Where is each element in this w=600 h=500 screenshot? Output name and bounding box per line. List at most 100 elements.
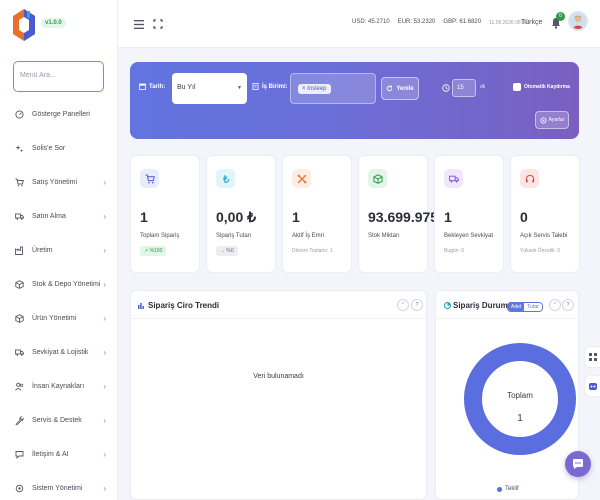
kpi-label: Açık Servis Talebi xyxy=(520,233,568,239)
cart-icon xyxy=(140,169,159,188)
settings-button[interactable]: Ayarlar xyxy=(535,111,569,129)
auto-scroll-label: Otomatik Kaydırma xyxy=(524,84,570,90)
auto-scroll-checkbox[interactable] xyxy=(513,83,521,91)
sidebar-item-label: Satış Yönetimi xyxy=(32,178,78,186)
chevron-right-icon: › xyxy=(103,415,106,425)
clock-icon xyxy=(442,84,450,92)
kpi-value: 0 xyxy=(520,209,528,225)
sidebar-item-label: İnsan Kaynakları xyxy=(32,382,85,390)
gear-icon xyxy=(540,117,547,123)
sidebar-item[interactable]: Üretim › xyxy=(0,233,118,267)
sidebar-item-label: Gösterge Panelleri xyxy=(32,110,90,118)
sidebar-menu: Gösterge Panelleri Solis'e Sor Satış Yönet… xyxy=(0,97,118,500)
kpi-card[interactable]: 1 Bekleyen Sevkiyat Bugün: 0 xyxy=(434,155,504,273)
date-select[interactable]: Bu Yıl ▼ xyxy=(172,73,247,104)
unit-chip[interactable]: × Insleep xyxy=(298,84,331,94)
kpi-label: Toplam Sipariş xyxy=(140,233,180,239)
settings-icon xyxy=(14,483,24,493)
kpi-subtext: Yüksek Öncelik: 0 xyxy=(520,248,561,254)
box-icon xyxy=(368,169,387,188)
date-select-value: Bu Yıl xyxy=(177,84,196,91)
user-avatar[interactable] xyxy=(568,11,588,31)
trend-panel-header: Sipariş Ciro Trendi ⌃ ? xyxy=(131,291,426,319)
quantity-amount-toggle[interactable]: Adet Tutar xyxy=(507,302,543,312)
caret-down-icon: ▼ xyxy=(237,85,242,91)
truck-icon xyxy=(444,169,463,188)
kpi-subtext: Bugün: 0 xyxy=(444,248,465,254)
app-logo[interactable] xyxy=(12,8,36,42)
dashboard-icon xyxy=(14,109,24,119)
wrench-icon xyxy=(14,415,24,425)
topbar: USD: 45.2710 EUR: 53.2320 GBP: 61.6820 1… xyxy=(118,0,600,48)
grid-icon xyxy=(588,353,597,361)
fullscreen-icon[interactable] xyxy=(152,18,164,30)
kpi-value: 1 xyxy=(444,209,452,225)
chevron-right-icon: › xyxy=(103,211,106,221)
chat-bubble-icon xyxy=(573,459,583,469)
chevron-right-icon: › xyxy=(103,483,106,493)
help-button[interactable]: ? xyxy=(411,299,423,311)
kpi-card[interactable]: 93.699.975 Stok Miktarı xyxy=(358,155,438,273)
date-label-text: Tarih: xyxy=(149,83,166,90)
chart-icon xyxy=(138,302,144,309)
collapse-button[interactable]: ⌃ xyxy=(549,299,561,311)
refresh-button[interactable]: Yenile xyxy=(381,77,419,100)
donut-center-label: Toplam xyxy=(507,391,533,400)
assistant-button[interactable] xyxy=(584,375,600,397)
legend-dot xyxy=(497,486,502,492)
chevron-right-icon: › xyxy=(103,381,106,391)
empty-state-text: Veri bulunamadı xyxy=(253,373,304,380)
menu-search-input[interactable]: Menü Ara... xyxy=(13,61,104,92)
interval-input[interactable]: 15 xyxy=(452,79,476,97)
chevron-right-icon: › xyxy=(103,347,106,357)
building-icon xyxy=(252,83,259,90)
toggle-amount[interactable]: Tutar xyxy=(524,303,542,311)
delivery-icon xyxy=(14,347,24,357)
kpi-label: Stok Miktarı xyxy=(368,233,400,239)
sidebar-item-label: İletişim & AI xyxy=(32,450,69,458)
chevron-right-icon: › xyxy=(103,279,106,289)
sidebar-item[interactable]: İnsan Kaynakları › xyxy=(0,369,118,403)
sidebar-item[interactable]: Sistem Yönetimi › xyxy=(0,471,118,500)
kpi-value: 1 xyxy=(140,209,148,225)
sidebar-item[interactable]: Satış Yönetimi › xyxy=(0,165,118,199)
unit-chip-label: Insleep xyxy=(307,86,327,92)
sidebar-item-label: Servis & Destek xyxy=(32,416,82,424)
language-selector[interactable]: Türkçe xyxy=(521,19,542,26)
kpi-value: 93.699.975 xyxy=(368,209,439,225)
sidebar-item[interactable]: Satın Alma › xyxy=(0,199,118,233)
gbp-rate: GBP: 61.6820 xyxy=(443,19,482,25)
toggle-quantity[interactable]: Adet xyxy=(508,303,525,311)
collapse-button[interactable]: ⌃ xyxy=(397,299,409,311)
kpi-card[interactable]: 0 Açık Servis Talebi Yüksek Öncelik: 0 xyxy=(510,155,580,273)
sidebar-item[interactable]: Ürün Yönetimi › xyxy=(0,301,118,335)
business-unit-select[interactable]: × Insleep xyxy=(290,73,376,104)
chevron-right-icon: › xyxy=(103,177,106,187)
box-icon xyxy=(14,279,24,289)
kpi-card[interactable]: 1 Aktif İş Emri Dönem Toplamı: 1 xyxy=(282,155,352,273)
grid-shortcut-button[interactable] xyxy=(584,346,600,368)
kpi-card[interactable]: 0,00 ₺ Sipariş Tutarı → %0 xyxy=(206,155,276,273)
donut-data-label: 100% xyxy=(513,456,527,462)
sidebar-item-label: Sistem Yönetimi xyxy=(32,484,83,492)
sidebar-item[interactable]: Solis'e Sor xyxy=(0,131,118,165)
people-icon xyxy=(14,381,24,391)
exchange-rates: USD: 45.2710 EUR: 53.2320 GBP: 61.6820 1… xyxy=(352,19,528,26)
unit-label-text: İş Birimi: xyxy=(262,83,288,90)
sidebar-item[interactable]: İletişim & AI › xyxy=(0,437,118,471)
calendar-icon xyxy=(139,83,146,90)
sidebar-item-label: Satın Alma xyxy=(32,212,66,220)
chat-icon xyxy=(14,449,24,459)
cube-icon xyxy=(14,313,24,323)
filter-bar: Tarih: Bu Yıl ▼ İş Birimi: × Insleep Yen… xyxy=(130,62,579,139)
chat-button[interactable] xyxy=(565,451,591,477)
sidebar-item[interactable]: Stok & Depo Yönetimi › xyxy=(0,267,118,301)
notification-badge: 0 xyxy=(556,12,565,21)
hamburger-icon[interactable] xyxy=(133,18,145,30)
donut-legend[interactable]: Teklif xyxy=(497,486,519,492)
help-button[interactable]: ? xyxy=(562,299,574,311)
sidebar-item[interactable]: Servis & Destek › xyxy=(0,403,118,437)
sidebar-item[interactable]: Gösterge Panelleri xyxy=(0,97,118,131)
kpi-card[interactable]: 1 Toplam Sipariş ↗ %100 xyxy=(130,155,200,273)
sidebar-item[interactable]: Sevkiyat & Lojistik › xyxy=(0,335,118,369)
